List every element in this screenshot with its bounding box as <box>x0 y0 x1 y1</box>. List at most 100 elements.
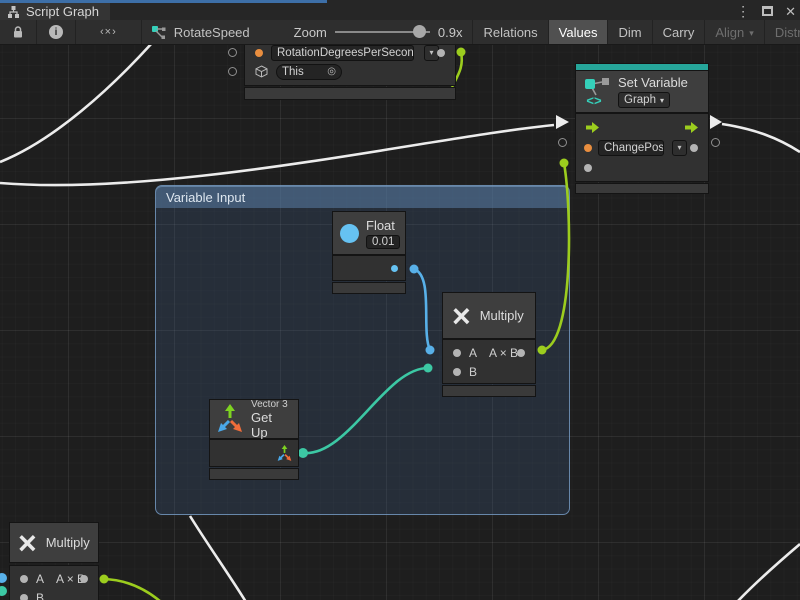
zoom-slider[interactable] <box>335 31 430 33</box>
target-value: This <box>282 66 304 78</box>
multiply-icon: × <box>18 527 37 559</box>
button-label: Distribute <box>775 25 800 40</box>
node-title: Get Up <box>251 410 291 440</box>
wire-blue-float-to-multiply[interactable] <box>414 269 430 350</box>
maximize-icon[interactable] <box>762 6 773 16</box>
toolbar-button-align[interactable]: Align ▾ <box>705 20 764 44</box>
wire-endpoint <box>538 346 547 355</box>
lock-icon <box>12 26 24 39</box>
wire-white-lower-left[interactable] <box>190 516 246 600</box>
code-view-button[interactable]: ‹×› <box>76 20 142 44</box>
node-float[interactable]: Float 0.01 <box>333 212 405 293</box>
wire-endpoint <box>426 346 435 355</box>
variable-name-value: RotationDegreesPerSecond <box>277 47 414 59</box>
node-title: Multiply <box>46 535 90 550</box>
variable-name-port[interactable] <box>255 49 263 57</box>
node-accent-strip <box>576 64 708 71</box>
variable-kind-dropdown[interactable]: Graph ▾ <box>618 92 670 108</box>
node-title: Set Variable <box>618 75 688 90</box>
output-row <box>333 256 405 280</box>
info-button[interactable]: i <box>37 20 76 44</box>
zoom-control: Zoom 0.9x <box>264 20 474 44</box>
variable-name-port[interactable] <box>584 144 592 152</box>
breadcrumb[interactable]: RotateSpeed <box>142 20 264 44</box>
input-row-a: A A × B <box>443 343 535 362</box>
wire-white-to-set-variable[interactable] <box>0 125 554 185</box>
target-icon: ◎ <box>327 66 336 77</box>
node-set-variable[interactable]: <> Set Variable Graph ▾ <box>576 64 708 193</box>
variable-name-dropdown[interactable]: RotationDegreesPerSecond <box>271 45 414 61</box>
port-out-label: A × B <box>489 346 518 360</box>
node-footer <box>576 184 708 193</box>
wire-white-upper-left[interactable] <box>0 45 152 162</box>
port-a[interactable] <box>20 575 28 583</box>
flow-in-port[interactable] <box>586 122 599 133</box>
input-row-a: A A × B <box>10 569 98 588</box>
float-output-port[interactable] <box>391 265 398 272</box>
flow-out-port[interactable] <box>685 122 698 133</box>
vector3-output-port[interactable] <box>277 445 292 462</box>
node-title: Multiply <box>480 308 524 323</box>
tab-script-graph[interactable]: Script Graph <box>0 3 110 20</box>
zoom-label: Zoom <box>294 25 327 40</box>
button-label: Relations <box>483 25 537 40</box>
toolbar-button-relations[interactable]: Relations <box>473 20 548 44</box>
value-input-port[interactable] <box>584 164 592 172</box>
lock-button[interactable] <box>0 20 37 44</box>
wire-green-multiply-to-setvariable[interactable] <box>542 163 569 350</box>
graph-toolbar: i ‹×› RotateSpeed Zoom 0.9x Relations Va… <box>0 20 800 45</box>
toolbar-button-dim[interactable]: Dim <box>608 20 652 44</box>
wire-endpoint <box>0 586 7 596</box>
wire-endpoint <box>424 364 433 373</box>
port-out[interactable] <box>517 349 525 357</box>
close-icon[interactable]: ✕ <box>785 5 796 18</box>
wire-green-multiply-bottom-out[interactable] <box>104 579 161 600</box>
cube-icon <box>255 65 268 78</box>
wire-endpoint <box>298 448 308 458</box>
node-multiply-bottom[interactable]: × Multiply A A × B B <box>10 523 98 600</box>
toolbar-button-carry[interactable]: Carry <box>653 20 706 44</box>
port-outer-ring[interactable] <box>228 48 237 57</box>
node-footer <box>245 88 455 99</box>
wire-white-exit-right[interactable] <box>722 124 800 152</box>
zoom-value: 0.9x <box>438 25 463 40</box>
toolbar-button-values[interactable]: Values <box>549 20 609 44</box>
port-b[interactable] <box>20 594 28 600</box>
wire-endpoint <box>457 48 466 57</box>
graph-node-icon <box>152 25 167 39</box>
node-footer <box>333 283 405 293</box>
dropdown-arrow-button[interactable]: ▾ <box>672 140 687 156</box>
float-value-field[interactable]: 0.01 <box>366 235 400 249</box>
node-footer <box>443 386 535 396</box>
value-output-port[interactable] <box>690 144 698 152</box>
svg-text:<>: <> <box>586 93 602 108</box>
zoom-slider-knob[interactable] <box>413 25 426 38</box>
value-output-port[interactable] <box>437 49 445 57</box>
wire-teal-getup-to-multiply[interactable] <box>303 368 428 453</box>
panel-menu-icon[interactable]: ⋮ <box>736 4 750 18</box>
port-outer-ring[interactable] <box>228 67 237 76</box>
target-object-field[interactable]: This ◎ <box>276 64 342 80</box>
port-outer-ring[interactable] <box>711 138 720 147</box>
node-multiply-group[interactable]: × Multiply A A × B B <box>443 293 535 396</box>
port-b[interactable] <box>453 368 461 376</box>
toolbar-button-distribute[interactable]: Distribute ▾ <box>765 20 800 44</box>
node-footer <box>210 469 298 479</box>
wire-endpoint <box>410 265 419 274</box>
node-type-label: Vector 3 <box>251 399 291 410</box>
port-b-label: B <box>469 365 477 379</box>
button-label: Carry <box>663 25 695 40</box>
wire-white-lower-right[interactable] <box>737 544 800 600</box>
node-title: Float <box>366 218 400 233</box>
wire-endpoint <box>100 575 109 584</box>
port-a[interactable] <box>453 349 461 357</box>
node-get-variable[interactable]: RotationDegreesPerSecond ▾ This ◎ <box>245 45 455 99</box>
port-a-label: A <box>36 572 44 586</box>
variable-kind-value: Graph <box>624 94 656 106</box>
graph-canvas[interactable]: Variable Input <box>0 45 800 600</box>
port-outer-ring[interactable] <box>558 138 567 147</box>
target-row: This ◎ <box>245 62 455 81</box>
port-out[interactable] <box>80 575 88 583</box>
variable-name-dropdown[interactable]: ChangePos <box>598 140 664 156</box>
node-get-up[interactable]: Vector 3 Get Up <box>210 400 298 479</box>
